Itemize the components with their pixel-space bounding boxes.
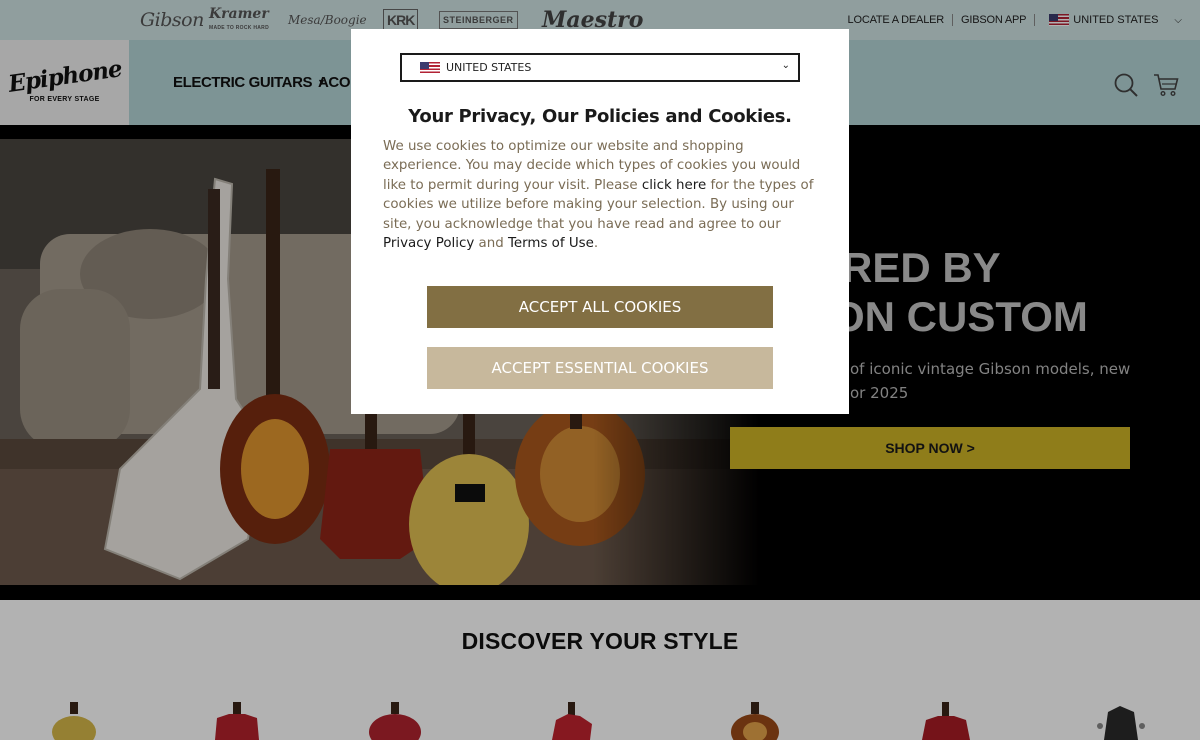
accept-all-cookies-button[interactable]: ACCEPT ALL COOKIES [427, 286, 773, 328]
policy-text-end: . [593, 236, 599, 252]
accept-essential-cookies-button[interactable]: ACCEPT ESSENTIAL COOKIES [427, 347, 773, 389]
click-here-link[interactable]: click here [642, 178, 706, 193]
terms-of-use-link[interactable]: Terms of Use [508, 236, 594, 251]
modal-country-select[interactable]: UNITED STATES ⌄ [400, 53, 800, 82]
chevron-down-icon: ⌄ [781, 60, 790, 71]
us-flag-icon [420, 61, 440, 74]
modal-title: Your Privacy, Our Policies and Cookies. [408, 106, 792, 127]
cookie-policy-text: We use cookies to optimize our website a… [383, 137, 823, 253]
modal-country-select-value: UNITED STATES [446, 61, 532, 74]
privacy-policy-link[interactable]: Privacy Policy [383, 236, 474, 251]
cookie-consent-dialog: UNITED STATES ⌄ Your Privacy, Our Polici… [351, 29, 849, 414]
policy-text-and: and [474, 236, 508, 252]
